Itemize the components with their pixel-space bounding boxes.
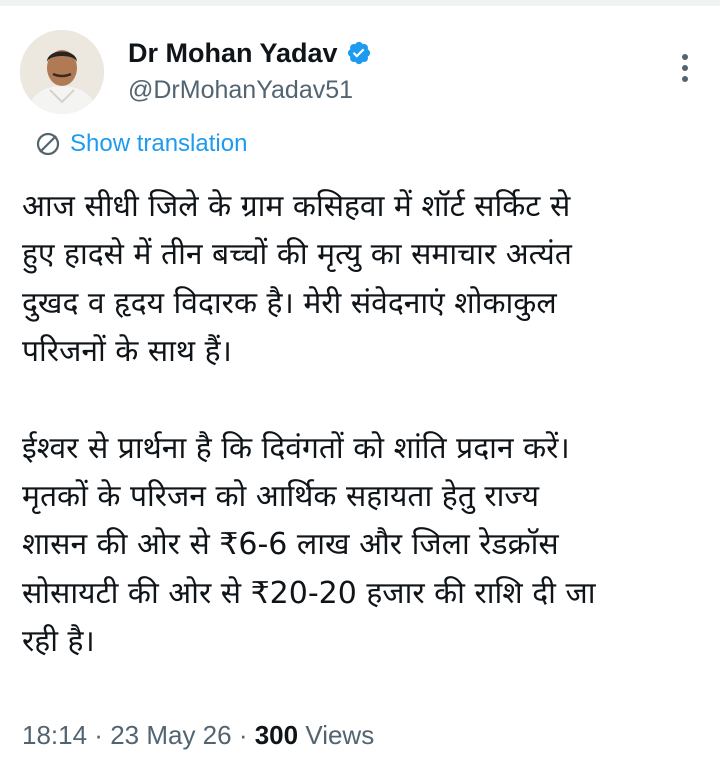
translate-icon: [36, 132, 60, 156]
avatar-image: [20, 30, 104, 114]
tweet-date[interactable]: 23 May 26: [110, 720, 231, 750]
avatar[interactable]: [20, 30, 104, 114]
author-handle[interactable]: @DrMohanYadav51: [128, 76, 372, 105]
author-display-name[interactable]: Dr Mohan Yadav: [128, 38, 338, 69]
verified-badge-icon[interactable]: [346, 40, 372, 66]
tweet-line: शासन की ओर से ₹6-6 लाख और जिला रेडक्रॉस: [22, 527, 559, 563]
tweet-line: हुए हादसे में तीन बच्चों की मृत्यु का सम…: [22, 237, 572, 273]
tweet-header: Dr Mohan Yadav @DrMohanYadav51: [20, 30, 700, 116]
tweet-meta: 18:14 · 23 May 26 · 300 Views: [22, 720, 374, 751]
tweet-line: परिजनों के साथ हैं।: [22, 334, 232, 370]
tweet-paragraph: आज सीधी जिले के ग्राम कसिहवा में शॉर्ट स…: [22, 183, 702, 377]
meta-separator: ·: [231, 720, 255, 750]
more-vertical-icon[interactable]: [678, 52, 692, 84]
top-divider: [0, 0, 720, 6]
views-count[interactable]: 300: [255, 720, 298, 750]
name-row: Dr Mohan Yadav: [128, 36, 372, 70]
show-translation-label[interactable]: Show translation: [70, 130, 247, 158]
tweet-line: मृतकों के परिजन को आर्थिक सहायता हेतु रा…: [22, 479, 539, 515]
views-label: Views: [305, 720, 375, 750]
tweet-paragraph: ईश्वर से प्रार्थना है कि दिवंगतों को शां…: [22, 425, 702, 667]
meta-separator: ·: [87, 720, 111, 750]
tweet-line: सोसायटी की ओर से ₹20-20 हजार की राशि दी …: [22, 575, 596, 611]
tweet-text: आज सीधी जिले के ग्राम कसिहवा में शॉर्ट स…: [22, 183, 702, 667]
tweet-line: आज सीधी जिले के ग्राम कसिहवा में शॉर्ट स…: [22, 189, 571, 224]
tweet-time[interactable]: 18:14: [22, 720, 87, 750]
tweet-line: रही है।: [22, 624, 95, 660]
show-translation-link[interactable]: Show translation: [34, 130, 247, 158]
tweet-line: दुखद व हृदय विदारक है। मेरी संवेदनाएं शो…: [22, 285, 557, 321]
author-names: Dr Mohan Yadav @DrMohanYadav51: [128, 36, 372, 105]
tweet-line: ईश्वर से प्रार्थना है कि दिवंगतों को शां…: [22, 430, 570, 466]
